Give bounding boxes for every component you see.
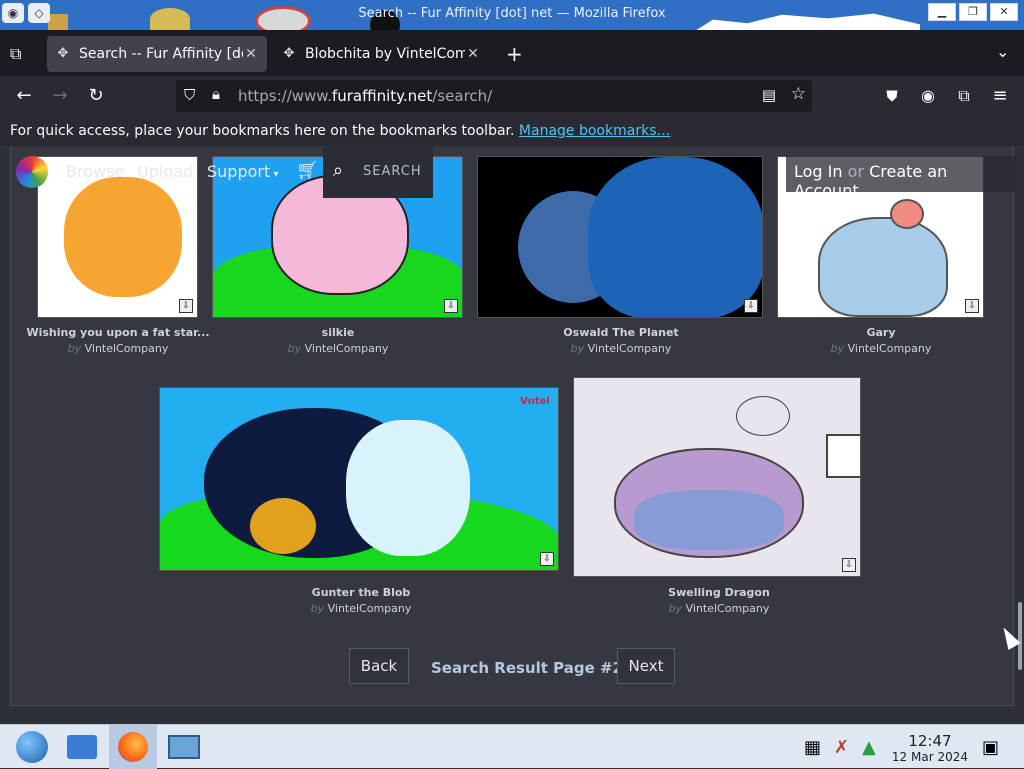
auth-links: Log In or Create an Account <box>786 156 1024 200</box>
url-bar[interactable]: ⛉ 🔒︎ https://www.furaffinity.net/search/… <box>176 80 812 112</box>
control-panel-icon[interactable] <box>160 725 208 769</box>
tab-overflow-chevron-icon[interactable]: ⌄ <box>996 42 1009 61</box>
back-icon[interactable]: ← <box>12 84 36 108</box>
manage-bookmarks-link[interactable]: Manage bookmarks… <box>519 123 671 139</box>
search-label: SEARCH <box>363 164 422 179</box>
bookmarks-message: For quick access, place your bookmarks h… <box>10 123 515 139</box>
clock-date: 12 Mar 2024 <box>891 750 968 764</box>
lock-icon[interactable]: 🔒︎ <box>212 85 220 103</box>
next-page-button[interactable]: Next <box>617 648 675 684</box>
result-user[interactable]: VintelCompany <box>85 342 169 355</box>
hamburger-menu-icon[interactable]: ≡ <box>988 84 1012 108</box>
window-title: Search -- Fur Affinity [dot] net — Mozil… <box>358 6 666 21</box>
tab-search[interactable]: ✥ Search -- Fur Affinity [dot] net ✕ <box>47 36 267 72</box>
fa-favicon-icon: ✥ <box>57 46 69 61</box>
network-icon[interactable]: ▲ <box>862 737 876 758</box>
pocket-icon[interactable]: ⛊ <box>880 84 904 108</box>
result-title[interactable]: Gunter the Blob <box>231 586 491 599</box>
scrollbar-thumb[interactable] <box>1018 602 1022 670</box>
login-link[interactable]: Log In <box>794 162 843 181</box>
result-title[interactable]: silkie <box>208 326 468 339</box>
reload-icon[interactable]: ↻ <box>84 84 108 108</box>
start-button[interactable] <box>8 725 56 769</box>
thumbnail-swelling-dragon[interactable]: ⇩ <box>573 377 861 577</box>
vintel-watermark-logo: Vntel <box>520 396 550 407</box>
download-icon: ⇩ <box>444 299 458 313</box>
nav-support[interactable]: Support ▾ <box>207 162 278 181</box>
nav-support-label: Support <box>207 162 271 181</box>
forward-icon[interactable]: → <box>48 84 72 108</box>
download-icon: ⇩ <box>842 558 856 572</box>
thumbnail-art <box>818 217 948 317</box>
clock-time: 12:47 <box>908 732 952 750</box>
thumbnail-belly <box>346 420 470 556</box>
page-label: Search Result Page #2 <box>431 659 624 677</box>
bookmark-star-icon[interactable]: ☆ <box>791 84 806 104</box>
tab-blobchita[interactable]: ✥ Blobchita by VintelCompany ✕ <box>273 36 489 72</box>
close-tab-icon[interactable]: ✕ <box>243 46 259 62</box>
tab-label: Blobchita by VintelCompany <box>305 46 465 62</box>
result-title[interactable]: Oswald The Planet <box>491 326 751 339</box>
clock[interactable]: 12:47 12 Mar 2024 <box>892 732 968 764</box>
result-user[interactable]: VintelCompany <box>848 342 932 355</box>
cart-icon[interactable]: 🛒︎ <box>296 160 319 181</box>
nav-upload[interactable]: Upload <box>137 162 193 181</box>
thumbnail-speech-bubble <box>736 396 790 436</box>
result-byline: by VintelCompany <box>830 342 932 355</box>
result-byline: by VintelCompany <box>287 342 389 355</box>
new-tab-icon[interactable]: + <box>506 42 523 66</box>
download-icon: ⇩ <box>965 299 979 313</box>
fa-favicon-icon: ✥ <box>283 46 295 61</box>
result-user[interactable]: VintelCompany <box>588 342 672 355</box>
result-title[interactable]: Swelling Dragon <box>589 586 849 599</box>
thumbnail-beak <box>250 498 316 554</box>
site-header: Browse Upload Support ▾ 🛒︎ ⌕ SEARCH Log … <box>0 146 1024 200</box>
caret-down-icon: ▾ <box>270 169 279 180</box>
tab-label: Search -- Fur Affinity [dot] net <box>79 46 243 62</box>
os-taskbar: ▦ ✗ ▲ 12:47 12 Mar 2024 ▣ <box>0 724 1024 769</box>
tracking-shield-icon[interactable]: ⛉ <box>184 86 195 104</box>
tab-bar: ⧉ ✥ Search -- Fur Affinity [dot] net ✕ ✥… <box>0 30 1024 76</box>
show-desktop-icon[interactable]: ▣ <box>982 737 999 758</box>
account-icon[interactable]: ◉ <box>916 84 940 108</box>
result-byline: by VintelCompany <box>310 602 412 615</box>
volume-muted-icon[interactable]: ✗ <box>834 737 849 758</box>
fa-logo[interactable] <box>16 156 48 188</box>
site-search-button[interactable]: ⌕ SEARCH <box>323 146 433 198</box>
window-titlebar: ◉ ◇ Search -- Fur Affinity [dot] net — M… <box>0 0 1024 30</box>
list-all-tabs-icon[interactable]: ⧉ <box>10 44 21 64</box>
result-byline: by VintelCompany <box>570 342 672 355</box>
search-icon: ⌕ <box>333 160 344 181</box>
download-icon: ⇩ <box>179 299 193 313</box>
result-user[interactable]: VintelCompany <box>328 602 412 615</box>
file-manager-icon[interactable] <box>58 725 106 769</box>
thumbnail-shell <box>890 199 924 229</box>
result-user[interactable]: VintelCompany <box>305 342 389 355</box>
back-page-button[interactable]: Back <box>349 648 409 684</box>
extensions-icon[interactable]: ⧉ <box>952 84 976 108</box>
nav-browse[interactable]: Browse <box>66 162 124 181</box>
bookmarks-toolbar: For quick access, place your bookmarks h… <box>0 116 1024 146</box>
page-content: ⇩ ⇩ ⇩ ⇩ Wishing you upon a fat star... b… <box>0 146 1024 724</box>
result-user[interactable]: VintelCompany <box>686 602 770 615</box>
close-button[interactable]: ✕ <box>990 3 1018 21</box>
auth-or: or <box>847 162 864 181</box>
firefox-taskbar-icon[interactable] <box>109 725 157 769</box>
result-title[interactable]: Gary <box>751 326 1011 339</box>
reader-view-icon[interactable]: ▤ <box>762 86 776 104</box>
result-byline: by VintelCompany <box>668 602 770 615</box>
thumbnail-sign <box>826 434 860 478</box>
navigation-toolbar: ← → ↻ ⛉ 🔒︎ https://www.furaffinity.net/s… <box>0 76 1024 116</box>
url-text[interactable]: https://www.furaffinity.net/search/ <box>238 87 492 105</box>
thumbnail-gunter-blob[interactable]: Vntel ⇩ <box>159 387 559 571</box>
keyboard-layout-icon[interactable]: ▦ <box>804 737 821 758</box>
download-icon: ⇩ <box>744 299 758 313</box>
minimize-button[interactable]: ▁ <box>928 3 956 21</box>
maximize-button[interactable]: ❐ <box>959 3 987 21</box>
close-tab-icon[interactable]: ✕ <box>465 46 481 62</box>
download-icon: ⇩ <box>540 552 554 566</box>
thumbnail-water <box>634 490 784 550</box>
